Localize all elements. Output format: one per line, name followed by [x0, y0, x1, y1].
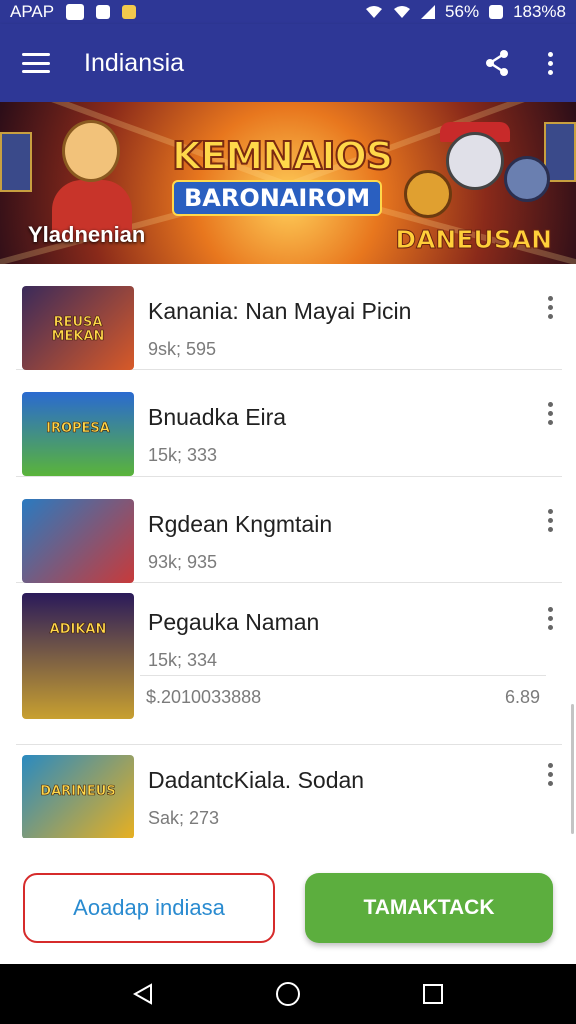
banner-logo-bottom: BARONAIROM: [172, 180, 383, 216]
list-item[interactable]: IROPESA Bnuadka Eira 15k; 333: [16, 370, 562, 477]
item-more-icon[interactable]: [540, 292, 560, 322]
banner-lion-character: [404, 170, 452, 218]
game-thumbnail: [22, 499, 134, 583]
signal-icon: [421, 5, 436, 19]
app-notification-icon: [96, 5, 111, 19]
game-thumbnail: DARINEUS: [22, 755, 134, 838]
banner-bear-character: [504, 156, 550, 202]
list-item[interactable]: REUSA MEKAN Kanania: Nan Mayai Picin 9sk…: [16, 264, 562, 370]
notification-icon: [66, 4, 85, 20]
game-thumbnail: ADIKAN: [22, 593, 134, 719]
status-bar: APAP 56% 183%8: [0, 0, 576, 24]
page-title: Indiansia: [84, 48, 185, 77]
share-icon[interactable]: [484, 49, 510, 77]
featured-banner[interactable]: KEMNAIOS BARONAIROM Yladnenian DANEUSAN: [0, 102, 576, 264]
system-nav-bar: [0, 964, 576, 1024]
item-extra-right: 6.89: [504, 687, 540, 707]
thumbnail-title: IROPESA: [46, 421, 110, 436]
game-title: Bnuadka Eira: [148, 404, 287, 430]
back-triangle-icon[interactable]: [119, 970, 167, 1018]
game-subtitle: Sak; 273: [148, 808, 220, 828]
secondary-button[interactable]: Aoadap indiasa: [23, 873, 275, 943]
home-circle-icon[interactable]: [264, 970, 312, 1018]
game-subtitle: 15k; 333: [148, 445, 218, 465]
banner-logo-top: KEMNAIOS: [171, 133, 394, 179]
hamburger-menu-icon[interactable]: [22, 53, 50, 73]
banner-wolf-character: [446, 132, 504, 190]
scrollbar[interactable]: [571, 704, 574, 834]
item-more-icon[interactable]: [540, 505, 560, 535]
game-list: REUSA MEKAN Kanania: Nan Mayai Picin 9sk…: [0, 264, 576, 838]
game-title: Pegauka Naman: [148, 609, 320, 635]
notification-badge-icon: [122, 5, 137, 19]
item-more-icon[interactable]: [540, 603, 560, 633]
banner-right-label: DANEUSAN: [395, 225, 553, 255]
item-more-icon[interactable]: [540, 398, 560, 428]
game-thumbnail: IROPESA: [22, 392, 134, 476]
wifi-2-icon: [394, 6, 411, 18]
thumbnail-title: ADIKAN: [49, 622, 107, 637]
bottom-actions: Aoadap indiasa TAMAKTACK: [0, 838, 576, 964]
banner-hero-character: [62, 120, 120, 182]
time-text: 183%8: [513, 2, 566, 21]
app-bar: Indiansia: [0, 24, 576, 102]
wifi-icon: [366, 6, 383, 18]
game-subtitle: 9sk; 595: [148, 339, 217, 359]
game-title: DadantcKiala. Sodan: [148, 767, 365, 793]
game-subtitle: 93k; 935: [148, 552, 218, 572]
list-item[interactable]: Rgdean Kngmtain 93k; 935: [16, 477, 562, 583]
game-title: Rgdean Kngmtain: [148, 511, 333, 537]
banner-left-label: Yladnenian: [28, 222, 146, 247]
item-extra-row: $.2010033888 6.89: [140, 675, 546, 719]
battery-text: 56%: [445, 2, 480, 21]
banner-logo: KEMNAIOS BARONAIROM: [171, 133, 394, 216]
game-thumbnail: REUSA MEKAN: [22, 286, 134, 370]
thumbnail-title: DARINEUS: [40, 784, 116, 799]
game-subtitle: 15k; 334: [148, 650, 218, 670]
item-more-icon[interactable]: [540, 759, 560, 789]
status-left-text: APAP: [10, 2, 55, 21]
battery-icon: [489, 5, 504, 19]
thumbnail-title: REUSA MEKAN: [51, 315, 105, 344]
list-item[interactable]: ADIKAN Pegauka Naman 15k; 334 $.20100338…: [16, 583, 562, 745]
more-vertical-icon[interactable]: [540, 48, 560, 78]
item-extra-left: $.2010033888: [146, 687, 262, 707]
game-title: Kanania: Nan Mayai Picin: [148, 298, 412, 324]
primary-button[interactable]: TAMAKTACK: [305, 873, 553, 943]
recents-square-icon[interactable]: [409, 970, 457, 1018]
list-item[interactable]: DARINEUS DadantcKiala. Sodan Sak; 273: [16, 745, 562, 838]
banner-screen-left: [0, 132, 32, 192]
